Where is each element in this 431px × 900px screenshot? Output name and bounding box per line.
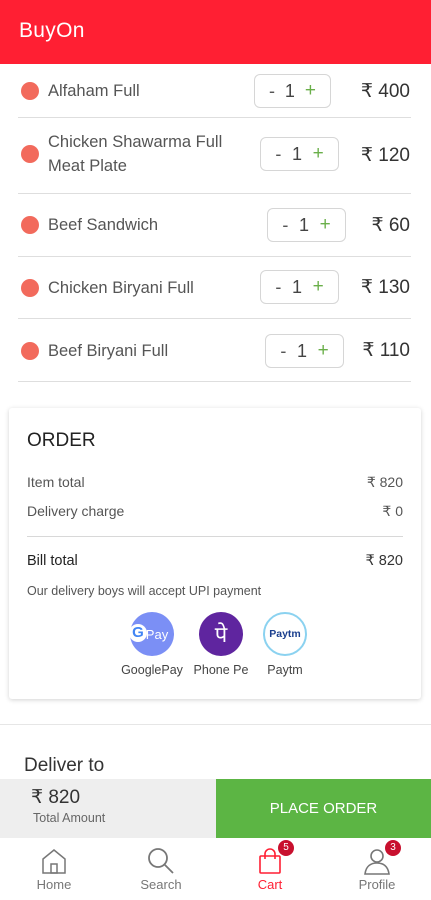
nav-item-profile[interactable]: 3 Profile <box>327 838 427 900</box>
upi-note: Our delivery boys will accept UPI paymen… <box>27 584 262 598</box>
section-divider <box>0 724 431 725</box>
item-price: ₹ 400 <box>360 81 410 102</box>
decrease-button[interactable]: - <box>275 277 281 298</box>
delivery-charge-value: ₹ 0 <box>382 503 403 519</box>
bill-total-label: Bill total <box>27 553 78 569</box>
status-dot <box>21 82 39 100</box>
google-pay-logo-text: Pay <box>145 626 169 642</box>
item-total-label: Item total <box>27 474 85 490</box>
bill-total-value: ₹ 820 <box>365 553 403 569</box>
nav-item-search[interactable]: Search <box>111 838 211 900</box>
delivery-charge-label: Delivery charge <box>27 503 125 519</box>
cart-item-list: Alfaham Full - 1 + ₹ 400 Chicken Shawarm… <box>0 64 431 382</box>
google-pay-icon: G Pay <box>129 612 174 656</box>
quantity-stepper: - 1 + <box>265 334 344 368</box>
item-name: Beef Biryani Full <box>48 342 169 360</box>
item-total-value: ₹ 820 <box>366 474 403 490</box>
quantity-value: 1 <box>291 276 302 297</box>
increase-button[interactable]: + <box>320 214 331 236</box>
quantity-stepper: - 1 + <box>260 270 339 304</box>
total-amount: ₹ 820 <box>31 787 81 808</box>
nav-item-cart[interactable]: 5 Cart <box>220 838 320 900</box>
payment-option-googlepay[interactable]: G Pay GooglePay <box>117 612 187 677</box>
payment-label: Phone Pe <box>193 663 249 677</box>
item-name-line-2: Meat Plate <box>48 157 127 175</box>
payment-option-phonepe[interactable]: पे Phone Pe <box>186 612 256 677</box>
item-price: ₹ 130 <box>360 277 410 298</box>
total-amount-box: ₹ 820 Total Amount <box>0 779 216 838</box>
quantity-value: 1 <box>284 80 295 101</box>
decrease-button[interactable]: - <box>275 144 281 165</box>
list-item: Chicken Biryani Full - 1 + ₹ 130 <box>18 257 411 319</box>
payment-option-paytm[interactable]: Paytm Paytm <box>250 612 320 677</box>
list-item: Chicken Shawarma Full Meat Plate - 1 + ₹… <box>18 118 411 194</box>
profile-badge: 3 <box>385 840 401 856</box>
list-item: Beef Sandwich - 1 + ₹ 60 <box>18 194 411 257</box>
quantity-value: 1 <box>296 340 307 361</box>
payment-label: GooglePay <box>121 663 183 677</box>
increase-button[interactable]: + <box>313 143 324 165</box>
status-dot <box>21 145 39 163</box>
nav-label: Search <box>140 877 182 892</box>
quantity-value: 1 <box>291 143 302 164</box>
item-name: Beef Sandwich <box>48 216 159 234</box>
order-title: ORDER <box>27 430 96 451</box>
item-name: Alfaham Full <box>48 82 140 100</box>
increase-button[interactable]: + <box>313 276 324 298</box>
nav-item-home[interactable]: Home <box>4 838 104 900</box>
deliver-to-label: Deliver to <box>24 755 105 776</box>
item-name: Chicken Biryani Full <box>48 279 194 297</box>
bottom-nav: Home Search 5 Cart 3 Profile <box>0 838 431 900</box>
place-order-button[interactable]: PLACE ORDER <box>216 779 431 838</box>
list-item: Alfaham Full - 1 + ₹ 400 <box>18 64 411 118</box>
quantity-stepper: - 1 + <box>254 74 331 108</box>
nav-label: Cart <box>257 877 283 892</box>
item-price: ₹ 120 <box>360 145 410 166</box>
phonepe-logo-text: पे <box>214 623 228 648</box>
total-amount-caption: Total Amount <box>33 811 106 825</box>
cart-badge: 5 <box>278 840 294 856</box>
status-dot <box>21 279 39 297</box>
checkout-bar: ₹ 820 Total Amount PLACE ORDER <box>0 779 431 838</box>
item-name-line-1: Chicken Shawarma Full <box>48 133 223 151</box>
divider <box>27 536 403 537</box>
list-item: Beef Biryani Full - 1 + ₹ 110 <box>18 319 411 382</box>
paytm-logo-text: Paytm <box>269 628 301 640</box>
item-price: ₹ 60 <box>371 215 410 236</box>
phonepe-icon: पे <box>199 612 243 656</box>
payment-label: Paytm <box>267 663 303 677</box>
home-icon <box>42 849 66 874</box>
search-icon <box>148 848 174 874</box>
app-bar: BuyOn <box>0 0 431 64</box>
quantity-value: 1 <box>298 214 309 235</box>
increase-button[interactable]: + <box>318 340 329 362</box>
order-summary-card: ORDER Item total ₹ 820 Delivery charge ₹… <box>9 408 421 699</box>
app-title: BuyOn <box>19 19 85 42</box>
decrease-button[interactable]: - <box>269 81 275 102</box>
nav-label: Profile <box>358 877 396 892</box>
nav-label: Home <box>36 877 72 892</box>
quantity-stepper: - 1 + <box>260 137 339 171</box>
quantity-stepper: - 1 + <box>267 208 346 242</box>
decrease-button[interactable]: - <box>280 341 286 362</box>
paytm-icon: Paytm <box>263 612 307 656</box>
decrease-button[interactable]: - <box>282 215 288 236</box>
item-price: ₹ 110 <box>362 340 410 361</box>
status-dot <box>21 216 39 234</box>
increase-button[interactable]: + <box>305 80 316 102</box>
status-dot <box>21 342 39 360</box>
